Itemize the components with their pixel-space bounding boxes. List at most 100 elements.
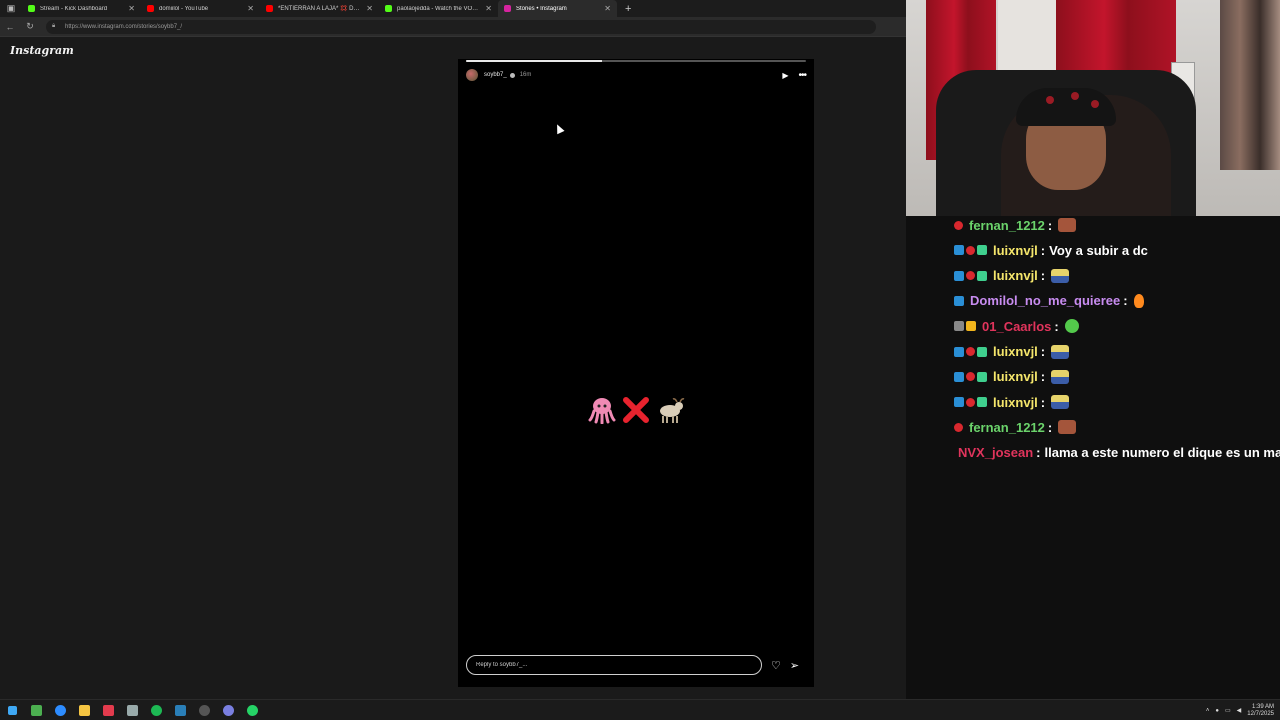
story-username[interactable]: soybb7_ xyxy=(484,72,507,78)
send-icon[interactable]: ➢ xyxy=(790,659,799,672)
discord-icon[interactable] xyxy=(216,700,240,720)
badge-gold-icon xyxy=(966,321,976,332)
lock-icon: 🔒︎ xyxy=(52,23,56,29)
volume-icon[interactable]: ◀ xyxy=(1237,707,1242,714)
clock-date: 12/7/2025 xyxy=(1247,710,1274,717)
system-tray: ˄ ● ▭ ◀ 1:39 AM 12/7/2025 xyxy=(1206,700,1274,720)
tab-title: domiilol - YouTube xyxy=(159,5,209,12)
play-icon[interactable]: ▶ xyxy=(782,71,788,80)
cross-mark-emoji xyxy=(620,394,652,426)
badge-blue-icon xyxy=(954,371,964,382)
whatsapp-icon[interactable] xyxy=(240,700,264,720)
chat-username[interactable]: luixnvjl xyxy=(993,369,1038,384)
browser-tab[interactable]: Stories • Instagram ✕ xyxy=(498,0,617,17)
chat-message: luixnvjl: xyxy=(954,265,1070,287)
badge-red-icon xyxy=(966,397,975,407)
chat-username[interactable]: fernan_1212 xyxy=(969,218,1045,233)
reply-input[interactable] xyxy=(466,655,762,675)
back-icon[interactable]: ← xyxy=(0,22,20,32)
story-progress-bar xyxy=(466,60,806,62)
app-red-icon[interactable] xyxy=(96,700,120,720)
badge-blue-icon xyxy=(954,346,964,357)
chat-message: Domilol_no_me_quieree: xyxy=(954,290,1144,312)
chat-badges xyxy=(954,371,989,382)
browser-tab-bar: ▣ Stream - Kick Dashboard ✕ domiilol - You… xyxy=(0,0,906,17)
tab-list: Stream - Kick Dashboard ✕ domiilol - YouTu… xyxy=(22,0,617,17)
status-dot-icon xyxy=(509,72,515,78)
close-tab-icon[interactable]: ✕ xyxy=(128,4,135,13)
heart-icon[interactable]: ♡ xyxy=(771,659,781,672)
refresh-icon[interactable]: ↻ xyxy=(20,21,40,32)
pen-icon[interactable] xyxy=(120,700,144,720)
clock[interactable]: 1:39 AM 12/7/2025 xyxy=(1247,704,1274,718)
network-icon[interactable]: ▭ xyxy=(1225,707,1231,714)
story-header: soybb7_ 16m ▶ ••• xyxy=(466,68,807,82)
chat-username[interactable]: 01_Caarlos xyxy=(982,319,1051,334)
mic-icon[interactable]: ● xyxy=(1215,708,1219,714)
badge-red-icon xyxy=(966,271,975,281)
chevron-up-icon[interactable]: ˄ xyxy=(1206,708,1210,714)
chat-separator: : xyxy=(1040,242,1046,258)
chat-message: fernan_1212: xyxy=(954,214,1077,236)
badge-teal-icon xyxy=(977,371,987,382)
instagram-logo[interactable]: Instagram xyxy=(10,44,74,57)
browser-tab[interactable]: *ENTIERRAN A LAJA* 💢 DOMIIL... ✕ xyxy=(260,0,379,17)
chat-badges xyxy=(954,422,965,432)
spotify-icon[interactable] xyxy=(144,700,168,720)
tab-favicon-icon xyxy=(504,5,511,12)
close-tab-icon[interactable]: ✕ xyxy=(366,4,373,13)
more-options-icon[interactable]: ••• xyxy=(798,70,806,81)
close-tab-icon[interactable]: ✕ xyxy=(247,4,254,13)
chat-message: luixnvjl: xyxy=(954,366,1070,388)
chat-username[interactable]: luixnvjl xyxy=(993,268,1038,283)
chat-message: fernan_1212: xyxy=(954,416,1077,438)
folder-icon[interactable] xyxy=(72,700,96,720)
emote-car-icon xyxy=(1051,344,1070,359)
badge-blue-icon xyxy=(954,245,964,256)
chrome-icon[interactable] xyxy=(48,700,72,720)
chat-badges xyxy=(954,220,965,230)
obs-icon[interactable] xyxy=(192,700,216,720)
address-bar-row: ← ↻ 🔒︎ https://www.instagram.com/stories… xyxy=(0,17,906,37)
close-tab-icon[interactable]: ✕ xyxy=(485,4,492,13)
new-tab-button[interactable]: + xyxy=(625,3,631,15)
story-viewer[interactable]: soybb7_ 16m ▶ ••• Reply to soybb7_... ♡ … xyxy=(458,59,814,687)
chat-separator: : xyxy=(1047,217,1053,233)
chat-username[interactable]: luixnvjl xyxy=(993,344,1038,359)
chat-badges xyxy=(954,397,989,408)
goat-emoji xyxy=(654,394,686,426)
chat-separator: : xyxy=(1040,369,1046,385)
close-tab-icon[interactable]: ✕ xyxy=(604,4,611,13)
browser-tab[interactable]: domiilol - YouTube ✕ xyxy=(141,0,260,17)
chat-username[interactable]: luixnvjl xyxy=(993,243,1038,258)
url-text: https://www.instagram.com/stories/soybb7… xyxy=(65,23,183,30)
chat-username[interactable]: Domilol_no_me_quieree xyxy=(970,293,1120,308)
browser-tab[interactable]: Stream - Kick Dashboard ✕ xyxy=(22,0,141,17)
windows-taskbar: ˄ ● ▭ ◀ 1:39 AM 12/7/2025 xyxy=(0,699,1280,720)
badge-blue-icon xyxy=(954,295,964,306)
chat-message: luixnvjl: xyxy=(954,341,1070,363)
tab-favicon-icon xyxy=(385,5,392,12)
octopus-emoji xyxy=(586,394,618,426)
chat-username[interactable]: luixnvjl xyxy=(993,395,1038,410)
emote-car-icon xyxy=(1051,395,1070,410)
story-content xyxy=(458,394,814,426)
badge-blue-icon xyxy=(954,270,964,281)
chat-badges xyxy=(954,245,989,256)
start-icon[interactable] xyxy=(0,700,24,720)
url-field[interactable]: 🔒︎ https://www.instagram.com/stories/soy… xyxy=(46,19,876,34)
chat-message: NVX_josean: llama a este numero el dique … xyxy=(954,442,1280,464)
chat-separator: : xyxy=(1123,293,1128,309)
browser-tab[interactable]: paolaojedda - Watch the VOD on... ✕ xyxy=(379,0,498,17)
badge-blue-icon xyxy=(954,397,964,408)
steam-icon[interactable] xyxy=(168,700,192,720)
emote-face-icon xyxy=(1058,218,1077,232)
chat-username[interactable]: NVX_josean xyxy=(958,445,1033,460)
story-progress-fill xyxy=(466,60,602,62)
terminal-icon[interactable] xyxy=(24,700,48,720)
badge-teal-icon xyxy=(977,270,987,281)
avatar[interactable] xyxy=(466,69,478,81)
chat-badges xyxy=(954,321,978,332)
chat-username[interactable]: fernan_1212 xyxy=(969,420,1045,435)
tab-actions-icon[interactable]: ▣ xyxy=(0,0,22,17)
